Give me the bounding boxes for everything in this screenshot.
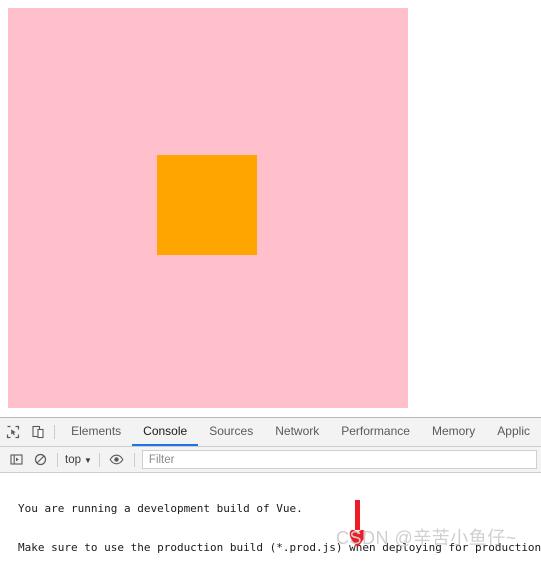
console-sidebar-icon[interactable] [4, 448, 28, 472]
child-box-element[interactable] [157, 155, 257, 255]
tab-elements[interactable]: Elements [60, 418, 132, 446]
inspect-element-icon[interactable] [0, 418, 25, 446]
toolbar-divider-2 [57, 452, 58, 467]
devtools-panel: Elements Console Sources Network Perform… [0, 417, 541, 564]
console-toolbar: top ▼ Filter [0, 447, 541, 473]
tab-console[interactable]: Console [132, 418, 199, 446]
console-output: You are running a development build of V… [0, 473, 541, 563]
filter-input[interactable]: Filter [141, 450, 537, 469]
devtools-tabbar: Elements Console Sources Network Perform… [0, 418, 541, 447]
execution-context-label: top [65, 453, 81, 466]
tab-network[interactable]: Network [264, 418, 330, 446]
live-expression-icon[interactable] [105, 448, 129, 472]
execution-context-selector[interactable]: top ▼ [63, 454, 94, 466]
warning-line-1: You are running a development build of V… [18, 502, 303, 515]
toolbar-divider [54, 425, 56, 439]
warning-line-2: Make sure to use the production build (*… [18, 541, 541, 554]
tab-memory[interactable]: Memory [421, 418, 486, 446]
tab-sources[interactable]: Sources [198, 418, 264, 446]
tab-performance[interactable]: Performance [330, 418, 421, 446]
vue-dev-build-warning: You are running a development build of V… [0, 473, 541, 563]
toolbar-divider-4 [133, 452, 135, 467]
browser-page-viewport [0, 0, 541, 417]
device-toolbar-icon[interactable] [25, 418, 50, 446]
chevron-down-icon: ▼ [84, 455, 92, 465]
clear-console-icon[interactable] [28, 448, 52, 472]
toolbar-divider-3 [98, 452, 100, 467]
tab-application[interactable]: Applic [486, 418, 541, 446]
parent-box-element[interactable] [8, 8, 408, 408]
